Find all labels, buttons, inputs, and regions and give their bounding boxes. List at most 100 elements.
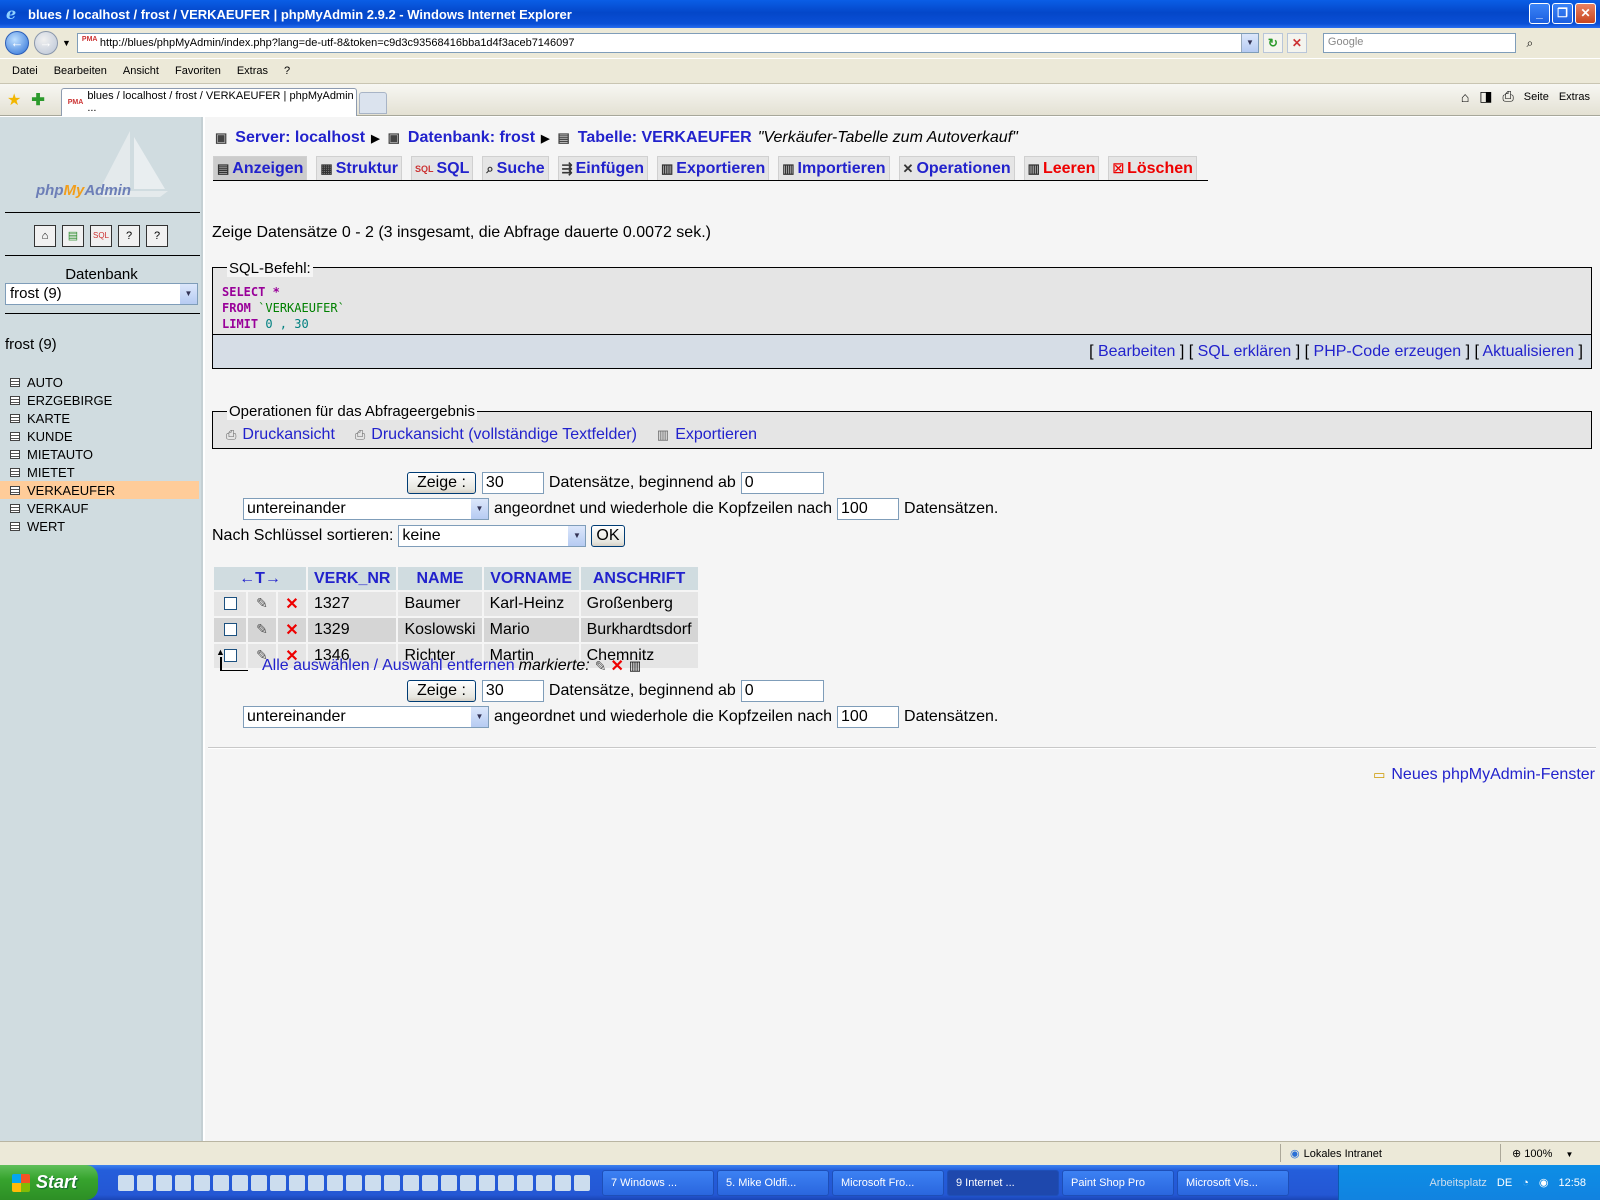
- select-all-link[interactable]: Alle auswählen: [262, 657, 370, 675]
- feeds-icon[interactable]: ◨: [1479, 88, 1492, 105]
- database-select[interactable]: frost (9) ▼: [5, 283, 198, 305]
- quicklaunch-icon[interactable]: [384, 1174, 400, 1191]
- tab-leeren[interactable]: ▥ Leeren: [1023, 156, 1100, 180]
- quicklaunch-icon[interactable]: [555, 1174, 571, 1191]
- menu-extras[interactable]: Extras: [229, 65, 276, 77]
- edit-pencil-icon[interactable]: ✎: [256, 621, 268, 637]
- database-name-link[interactable]: frost (9): [5, 336, 57, 353]
- taskbar-item-microsoft-frontpage[interactable]: Microsoft Fro...: [832, 1169, 944, 1196]
- sidebar-table-verkauf[interactable]: VERKAUF: [0, 499, 203, 517]
- home-icon[interactable]: ⌂: [1461, 89, 1469, 105]
- address-bar[interactable]: PMA http://blues/phpMyAdmin/index.php?la…: [76, 33, 1259, 53]
- refresh-icon[interactable]: ↻: [1262, 33, 1283, 53]
- print-view-link[interactable]: Druckansicht: [242, 426, 334, 444]
- tab-sql[interactable]: SQL SQL: [410, 156, 474, 180]
- add-favorite-icon[interactable]: ✚: [31, 90, 44, 110]
- column-arrows[interactable]: ←T→: [214, 567, 306, 590]
- sidebar-table-kunde[interactable]: KUNDE: [0, 427, 203, 445]
- column-header-verk-nr[interactable]: VERK_NR: [308, 567, 397, 590]
- taskbar-item-paint-shop-pro[interactable]: Paint Shop Pro: [1062, 1169, 1174, 1196]
- show-button-bottom[interactable]: Zeige :: [407, 680, 476, 702]
- repeat-headers-input-bottom[interactable]: 100: [837, 706, 900, 728]
- print-icon[interactable]: ⎙: [1503, 88, 1514, 105]
- explain-sql-link[interactable]: SQL erklären: [1198, 343, 1292, 360]
- back-button[interactable]: ←: [5, 31, 29, 55]
- delete-icon[interactable]: ✕: [285, 596, 298, 613]
- maximize-button[interactable]: ❐: [1552, 3, 1573, 24]
- taskbar-item-windows[interactable]: 7 Windows ...: [602, 1169, 714, 1196]
- quicklaunch-icon[interactable]: [232, 1174, 248, 1191]
- menu-help[interactable]: ?: [276, 65, 298, 77]
- taskbar-item-mike-oldfield[interactable]: 5. Mike Oldfi...: [717, 1169, 829, 1196]
- tab-exportieren[interactable]: ▥ Exportieren: [657, 156, 770, 180]
- delete-icon[interactable]: ✕: [285, 622, 298, 639]
- quicklaunch-icon[interactable]: [289, 1174, 305, 1191]
- edit-pencil-icon[interactable]: ✎: [595, 658, 607, 675]
- quicklaunch-icon[interactable]: [536, 1174, 552, 1191]
- menu-ansicht[interactable]: Ansicht: [115, 65, 167, 77]
- quicklaunch-icon[interactable]: [213, 1174, 229, 1191]
- new-window-link[interactable]: Neues phpMyAdmin-Fenster: [1391, 766, 1595, 784]
- sidebar-table-auto[interactable]: AUTO: [0, 373, 203, 391]
- quicklaunch-icon[interactable]: [251, 1174, 267, 1191]
- sidebar-table-erzgebirge[interactable]: ERZGEBIRGE: [0, 391, 203, 409]
- start-input[interactable]: 0: [740, 472, 824, 494]
- quicklaunch-icon[interactable]: [574, 1174, 590, 1191]
- export-link[interactable]: Exportieren: [675, 426, 757, 444]
- start-input-bottom[interactable]: 0: [740, 680, 824, 702]
- rows-input-bottom[interactable]: 30: [481, 680, 544, 702]
- quicklaunch-icon[interactable]: [137, 1174, 153, 1191]
- edit-pencil-icon[interactable]: ✎: [256, 595, 268, 611]
- display-mode-select-bottom[interactable]: untereinander ▼: [243, 706, 489, 728]
- sql-icon[interactable]: SQL: [90, 225, 112, 247]
- cmd-extras[interactable]: Extras: [1559, 91, 1590, 103]
- start-button[interactable]: Start: [0, 1165, 98, 1200]
- tab-struktur[interactable]: ▦ Struktur: [316, 156, 402, 180]
- breadcrumb-table[interactable]: Tabelle: VERKAEUFER: [578, 129, 752, 147]
- quicklaunch-icon[interactable]: [194, 1174, 210, 1191]
- quicklaunch-icon[interactable]: [517, 1174, 533, 1191]
- column-header-vorname[interactable]: VORNAME: [483, 567, 579, 590]
- taskbar-item-microsoft-visio[interactable]: Microsoft Vis...: [1177, 1169, 1289, 1196]
- search-icon[interactable]: ⌕: [1520, 33, 1540, 53]
- column-header-name[interactable]: NAME: [398, 567, 482, 590]
- tab-einfuegen[interactable]: ⇶ Einfügen: [557, 156, 648, 180]
- breadcrumb-server[interactable]: Server: localhost: [235, 129, 365, 147]
- language-indicator[interactable]: DE: [1497, 1177, 1512, 1189]
- deselect-all-link[interactable]: Auswahl entfernen: [382, 657, 515, 675]
- home-icon[interactable]: ⌂: [34, 225, 56, 247]
- quicklaunch-icon[interactable]: [270, 1174, 286, 1191]
- browser-tab[interactable]: PMA blues / localhost / frost / VERKAEUF…: [60, 87, 357, 116]
- display-mode-select[interactable]: untereinander ▼: [243, 498, 489, 520]
- quicklaunch-icon[interactable]: [403, 1174, 419, 1191]
- favorites-star-icon[interactable]: ★: [7, 90, 21, 110]
- php-code-link[interactable]: PHP-Code erzeugen: [1314, 343, 1462, 360]
- forward-button[interactable]: →: [34, 31, 58, 55]
- sidebar-table-mietauto[interactable]: MIETAUTO: [0, 445, 203, 463]
- security-zone[interactable]: ◉ Lokales Intranet: [1290, 1147, 1382, 1161]
- sidebar-table-verkaeufer[interactable]: VERKAEUFER: [0, 481, 199, 499]
- row-checkbox[interactable]: [223, 623, 237, 637]
- menu-bearbeiten[interactable]: Bearbeiten: [46, 65, 115, 77]
- breadcrumb-database[interactable]: Datenbank: frost: [408, 129, 535, 147]
- column-header-anschrift[interactable]: ANSCHRIFT: [580, 567, 698, 590]
- zoom-level[interactable]: ⊕ 100% ▼: [1512, 1147, 1573, 1160]
- print-view-full-link[interactable]: Druckansicht (vollständige Textfelder): [371, 426, 637, 444]
- mysql-docs-icon[interactable]: ?: [146, 225, 168, 247]
- sidebar-table-mietet[interactable]: MIETET: [0, 463, 203, 481]
- phpmyadmin-logo[interactable]: phpMyAdmin: [36, 182, 131, 199]
- edit-query-link[interactable]: Bearbeiten: [1098, 343, 1175, 360]
- refresh-link[interactable]: Aktualisieren: [1483, 343, 1575, 360]
- quicklaunch-icon[interactable]: [498, 1174, 514, 1191]
- repeat-headers-input[interactable]: 100: [837, 498, 900, 520]
- minimize-button[interactable]: _: [1529, 3, 1550, 24]
- quicklaunch-icon[interactable]: [479, 1174, 495, 1191]
- delete-icon[interactable]: ✕: [610, 656, 623, 676]
- menu-datei[interactable]: Datei: [4, 65, 46, 77]
- quicklaunch-icon[interactable]: [327, 1174, 343, 1191]
- quicklaunch-icon[interactable]: [156, 1174, 172, 1191]
- tab-suche[interactable]: ⌕ Suche: [482, 156, 549, 180]
- sidebar-table-karte[interactable]: KARTE: [0, 409, 203, 427]
- export-icon[interactable]: ▥: [629, 658, 641, 674]
- quicklaunch-icon[interactable]: [422, 1174, 438, 1191]
